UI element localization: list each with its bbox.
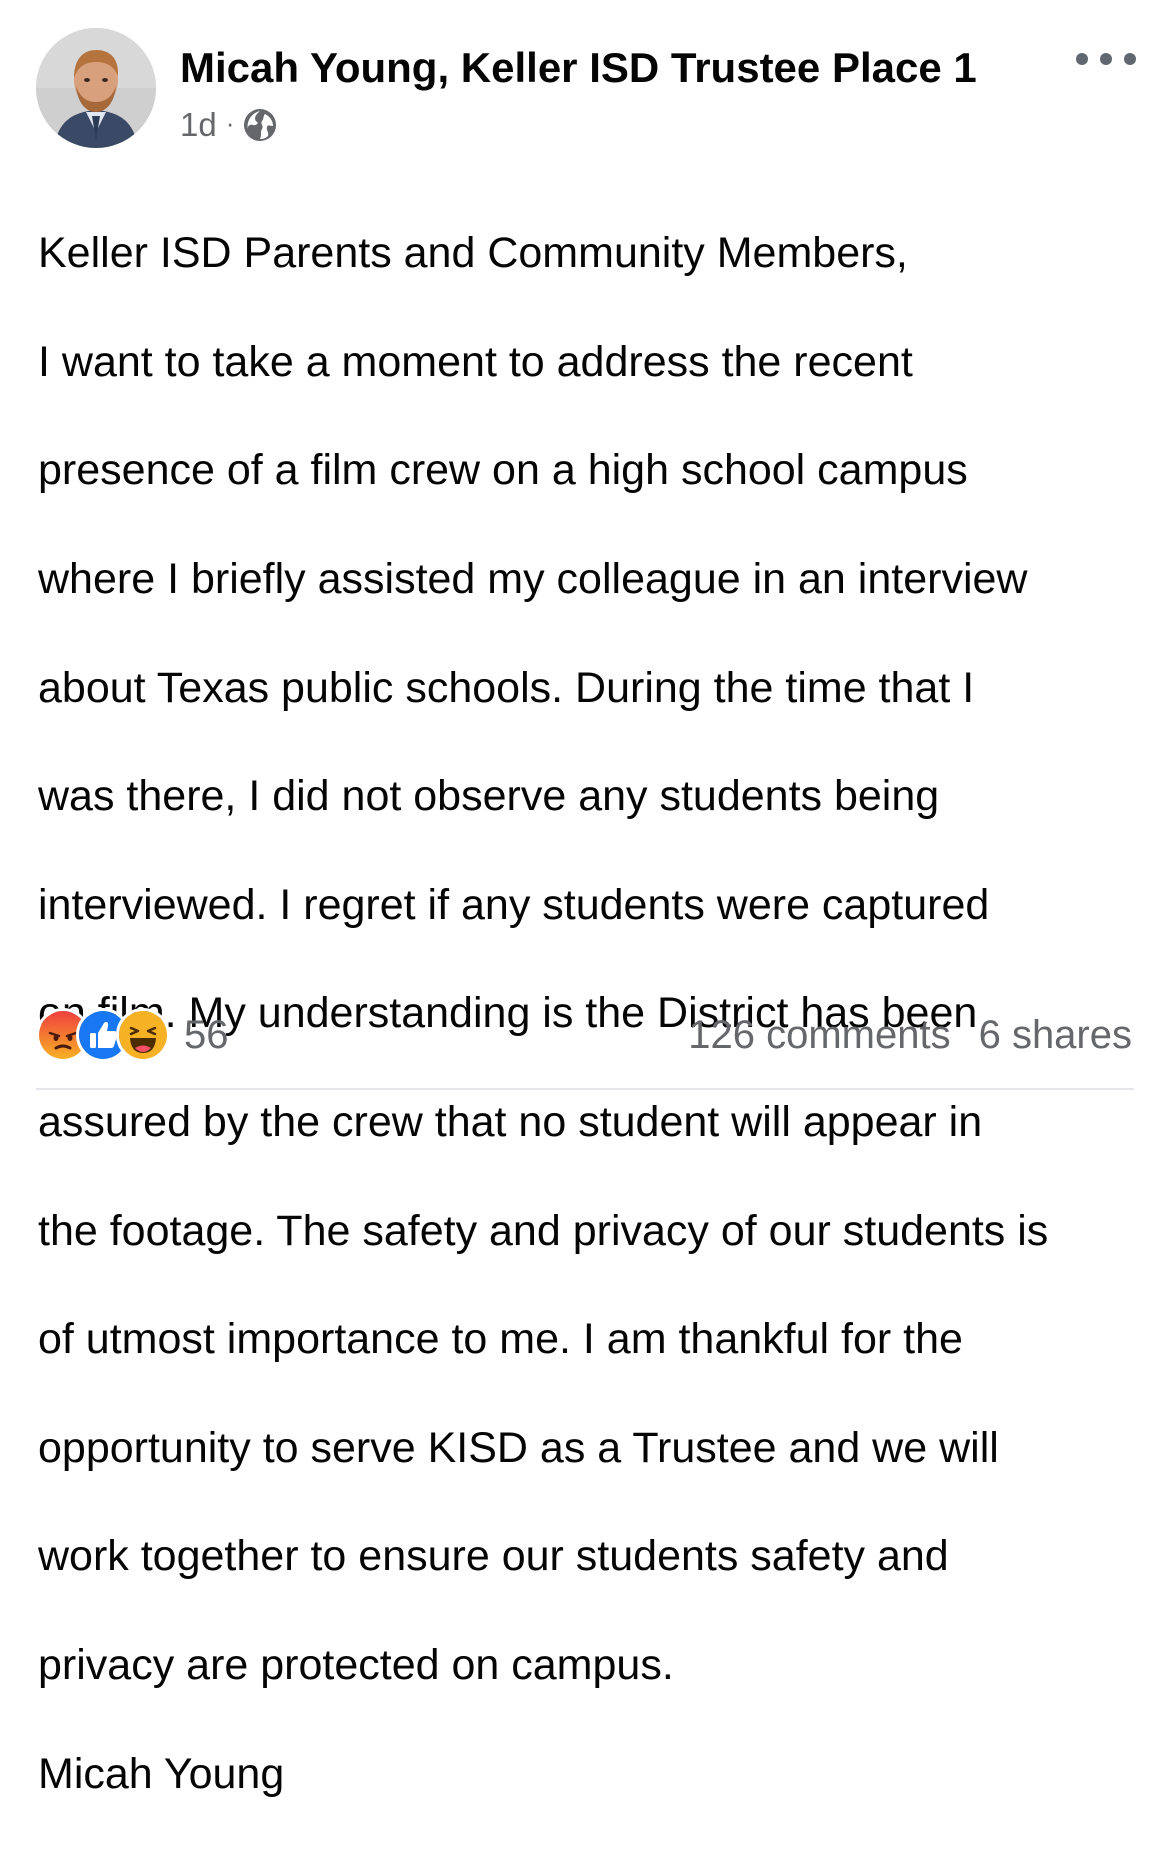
more-dot [1100, 53, 1112, 65]
body-line: I want to take a moment to address the r… [38, 337, 913, 386]
globe-icon[interactable] [243, 108, 277, 142]
body-line: Keller ISD Parents and Community Members… [38, 229, 908, 278]
body-line: the footage. The safety and privacy of o… [38, 1206, 1049, 1255]
haha-reaction-icon [116, 1008, 170, 1062]
meta-separator: · [225, 107, 235, 138]
body-line: about Texas public schools. During the t… [38, 663, 975, 712]
comments-count-link[interactable]: 126 comments [688, 1013, 950, 1058]
author-avatar[interactable] [36, 28, 156, 148]
body-line: of utmost importance to me. I am thankfu… [38, 1315, 963, 1364]
shares-count-link[interactable]: 6 shares [979, 1013, 1132, 1058]
engagement-stats: 126 comments 6 shares [688, 1010, 1132, 1060]
body-line: work together to ensure our students saf… [38, 1532, 949, 1581]
reaction-summary[interactable]: 56 [36, 1008, 229, 1062]
author-photo [36, 28, 156, 148]
post-timestamp[interactable]: 1d [180, 106, 217, 144]
body-line: Micah Young [38, 1749, 285, 1798]
body-line: assured by the crew that no student will… [38, 1098, 983, 1147]
footer-divider [36, 1088, 1134, 1090]
body-line: presence of a film crew on a high school… [38, 446, 968, 495]
more-dot [1076, 53, 1088, 65]
post-meta: 1d · [180, 103, 277, 147]
body-line: interviewed. I regret if any students we… [38, 880, 990, 929]
reaction-count: 56 [184, 1012, 229, 1057]
body-line: where I briefly assisted my colleague in… [38, 555, 1028, 604]
more-dot [1124, 53, 1136, 65]
body-line: opportunity to serve KISD as a Trustee a… [38, 1423, 999, 1472]
body-line: privacy are protected on campus. [38, 1641, 674, 1690]
facebook-post: Micah Young, Keller ISD Trustee Place 1 … [0, 0, 1170, 1798]
more-options-icon[interactable] [1076, 44, 1136, 74]
body-line: was there, I did not observe any student… [38, 772, 940, 821]
author-name[interactable]: Micah Young, Keller ISD Trustee Place 1 [180, 40, 977, 96]
